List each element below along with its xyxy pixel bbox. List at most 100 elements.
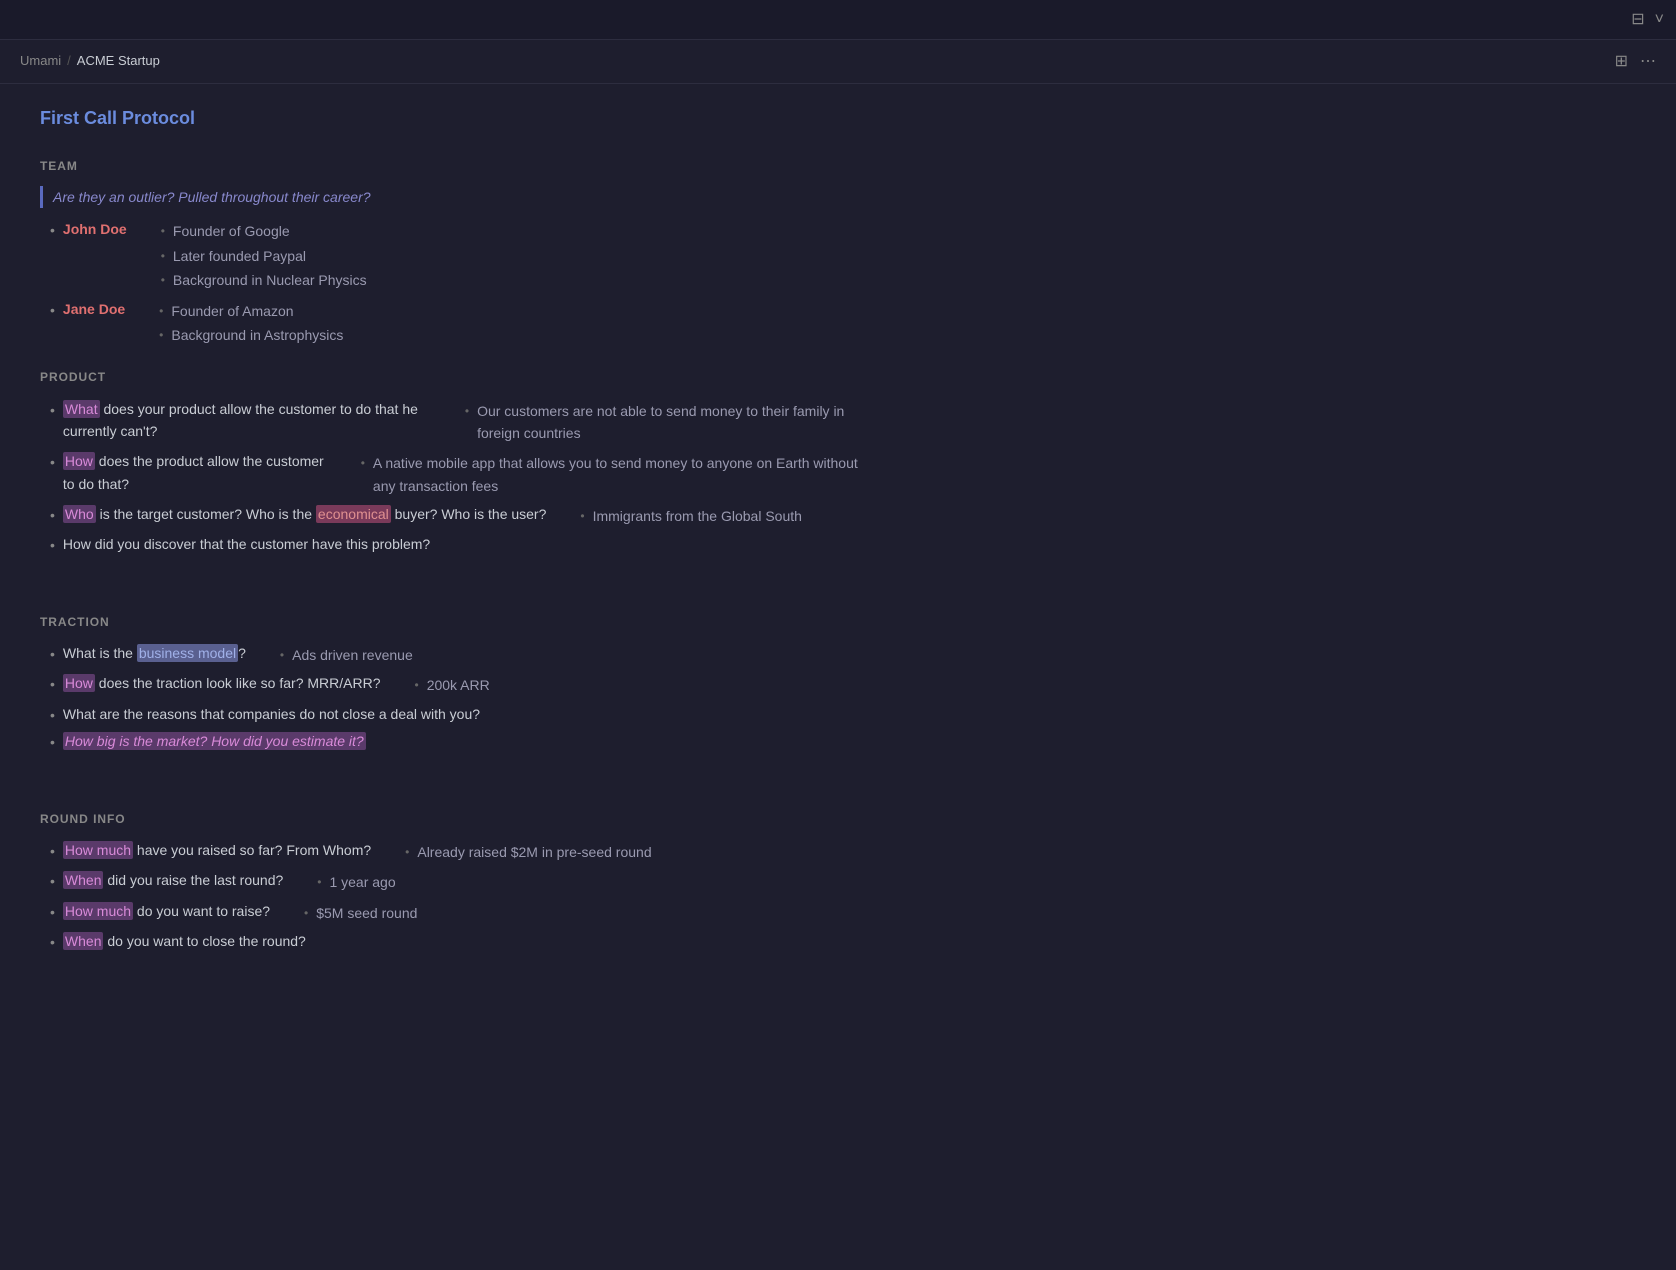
traction-q1: What is the business model? [63,642,246,664]
list-item: How does the traction look like so far? … [50,672,860,698]
john-details-list: Founder of Google Later founded Paypal B… [135,220,367,293]
team-member-jane: Jane Doe [63,298,125,320]
list-item: John Doe Founder of Google Later founded… [50,218,860,293]
highlight-what: What [63,400,100,418]
round-info-section-header: ROUND INFO [40,810,860,829]
highlight-economical: economical [316,505,391,523]
team-members-list: John Doe Founder of Google Later founded… [40,218,860,348]
highlight-who: Who [63,505,96,523]
jane-details-list: Founder of Amazon Background in Astrophy… [133,300,343,349]
highlight-business-model: business model [137,644,238,662]
team-section-header: TEAM [40,157,860,176]
round-q2: When did you raise the last round? [63,869,283,891]
product-q2: How does the product allow the customer … [63,450,327,495]
product-section: PRODUCT What does your product allow the… [40,368,860,557]
list-item: What are the reasons that companies do n… [50,703,860,726]
team-section: TEAM Are they an outlier? Pulled through… [40,157,860,349]
product-q1-answers: Our customers are not able to send money… [439,400,860,447]
highlight-how-traction: How [63,674,95,692]
jane-detail-1: Founder of Amazon [171,300,293,322]
highlight-when-2: When [63,932,104,950]
traction-questions-list: What is the business model? Ads driven r… [40,642,860,754]
traction-q2-answers: 200k ARR [389,674,490,698]
product-q2-answer: A native mobile app that allows you to s… [373,452,860,497]
list-item: Already raised $2M in pre-seed round [405,841,651,863]
list-item: How much have you raised so far? From Wh… [50,839,860,865]
list-item: $5M seed round [304,902,417,924]
product-q3-answers: Immigrants from the Global South [554,505,802,529]
john-detail-1: Founder of Google [173,220,290,242]
list-item: Our customers are not able to send money… [465,400,860,445]
layout-icon[interactable]: ⊞ [1615,49,1628,75]
main-content: First Call Protocol TEAM Are they an out… [0,84,900,1013]
list-item: Founder of Google [161,220,367,242]
john-detail-3: Background in Nuclear Physics [173,269,367,291]
traction-q1-answer: Ads driven revenue [292,644,413,666]
list-item: 200k ARR [415,674,490,696]
list-item: 1 year ago [317,871,395,893]
breadcrumb: Umami / ACME Startup [20,51,160,72]
list-item: A native mobile app that allows you to s… [361,452,860,497]
highlight-how-much-1: How much [63,841,133,859]
collapse-icon[interactable]: ⊟ [1631,7,1644,33]
breadcrumb-root[interactable]: Umami [20,51,61,72]
john-detail-2: Later founded Paypal [173,245,306,267]
traction-section: TRACTION What is the business model? Ads… [40,613,860,754]
list-item: Background in Astrophysics [159,324,343,346]
breadcrumb-actions: ⊞ ⋯ [1615,49,1656,75]
product-q2-answers: A native mobile app that allows you to s… [335,452,860,499]
chevron-down-icon[interactable]: ˅ [1655,7,1664,33]
breadcrumb-current[interactable]: ACME Startup [77,51,160,72]
product-q3: Who is the target customer? Who is the e… [63,503,546,525]
round-q2-answers: 1 year ago [291,871,395,895]
list-item: When did you raise the last round? 1 yea… [50,869,860,895]
list-item: Later founded Paypal [161,245,367,267]
round-q1-answer: Already raised $2M in pre-seed round [417,841,651,863]
list-item: How did you discover that the customer h… [50,533,860,556]
highlight-how: How [63,452,95,470]
list-item: Background in Nuclear Physics [161,269,367,291]
traction-q1-answers: Ads driven revenue [254,644,413,668]
list-item: What is the business model? Ads driven r… [50,642,860,668]
traction-section-header: TRACTION [40,613,860,632]
traction-q2-answer: 200k ARR [427,674,490,696]
round-info-questions-list: How much have you raised so far? From Wh… [40,839,860,954]
list-item: When do you want to close the round? [50,930,860,953]
jane-detail-2: Background in Astrophysics [171,324,343,346]
product-section-header: PRODUCT [40,368,860,387]
round-info-section: ROUND INFO How much have you raised so f… [40,810,860,954]
round-q3-answers: $5M seed round [278,902,417,926]
list-item: How does the product allow the customer … [50,450,860,499]
round-q3: How much do you want to raise? [63,900,270,922]
top-bar: ⊟ ˅ [0,0,1676,40]
team-callout: Are they an outlier? Pulled throughout t… [40,186,860,208]
list-item: Immigrants from the Global South [580,505,802,527]
page-title: First Call Protocol [40,104,860,133]
round-q1-answers: Already raised $2M in pre-seed round [379,841,651,865]
highlight-market: How big is the market? How did you estim… [63,732,366,750]
product-q1-answer: Our customers are not able to send money… [477,400,860,445]
round-q2-answer: 1 year ago [329,871,395,893]
list-item: Founder of Amazon [159,300,343,322]
round-q1: How much have you raised so far? From Wh… [63,839,371,861]
breadcrumb-bar: Umami / ACME Startup ⊞ ⋯ [0,40,1676,84]
highlight-how-much-2: How much [63,902,133,920]
list-item: Who is the target customer? Who is the e… [50,503,860,529]
list-item: What does your product allow the custome… [50,398,860,447]
breadcrumb-separator: / [67,51,71,72]
list-item: How much do you want to raise? $5M seed … [50,900,860,926]
product-q1: What does your product allow the custome… [63,398,431,443]
highlight-when-1: When [63,871,104,889]
team-member-john: John Doe [63,218,127,240]
list-item: How big is the market? How did you estim… [50,730,860,753]
round-q4: When do you want to close the round? [63,930,306,952]
list-item: Ads driven revenue [280,644,413,666]
traction-q4: How big is the market? How did you estim… [63,730,366,752]
round-q3-answer: $5M seed round [316,902,417,924]
traction-q2: How does the traction look like so far? … [63,672,381,694]
product-q4: How did you discover that the customer h… [63,533,430,555]
traction-q3: What are the reasons that companies do n… [63,703,480,725]
product-q3-answer: Immigrants from the Global South [593,505,802,527]
list-item: Jane Doe Founder of Amazon Background in… [50,298,860,349]
more-options-icon[interactable]: ⋯ [1640,49,1656,75]
